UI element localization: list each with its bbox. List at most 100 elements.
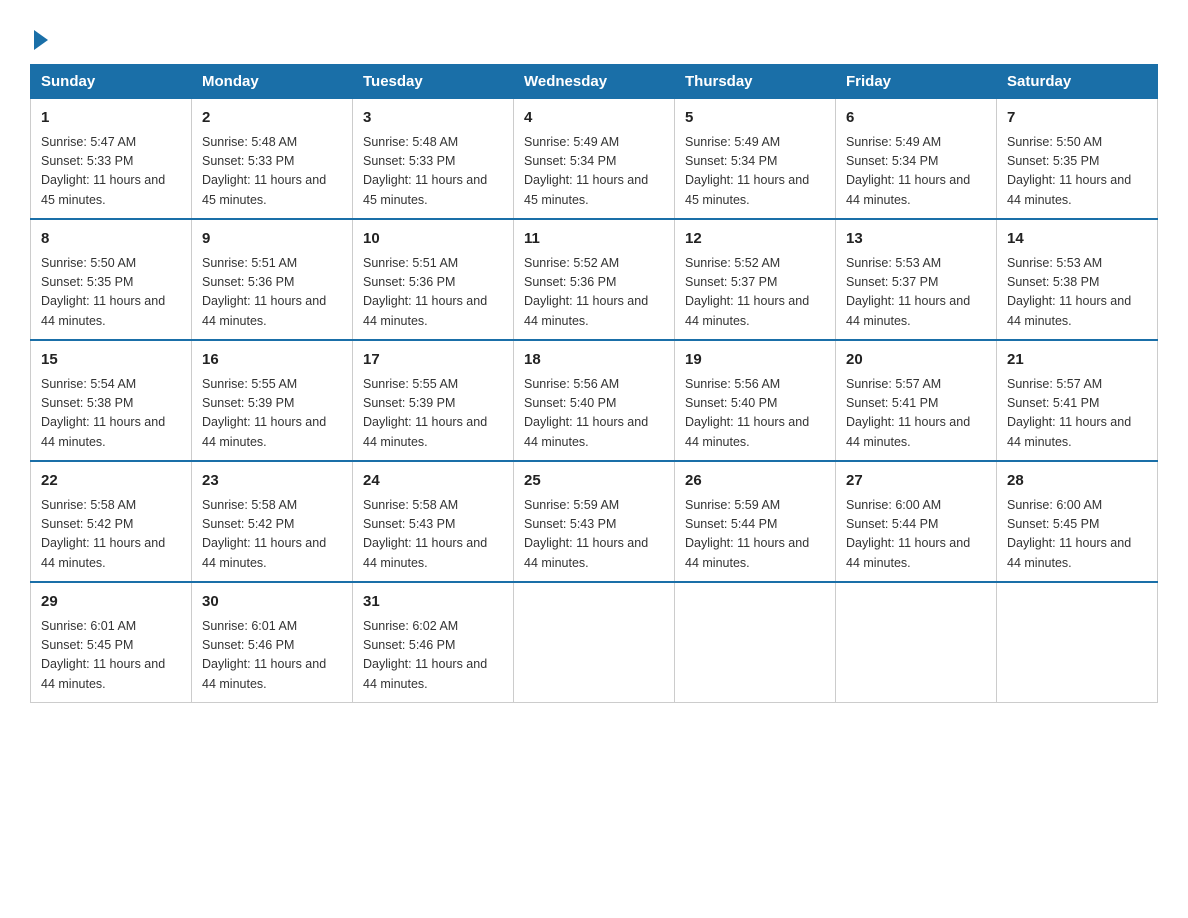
- day-info: Sunrise: 5:58 AMSunset: 5:42 PMDaylight:…: [202, 496, 342, 574]
- day-number: 28: [1007, 470, 1147, 493]
- day-number: 31: [363, 591, 503, 614]
- day-info: Sunrise: 6:01 AMSunset: 5:46 PMDaylight:…: [202, 617, 342, 695]
- calendar-table: SundayMondayTuesdayWednesdayThursdayFrid…: [30, 64, 1158, 703]
- calendar-cell: 18Sunrise: 5:56 AMSunset: 5:40 PMDayligh…: [514, 340, 675, 461]
- calendar-week-row: 15 Sunrise: 5:54 AMSunset: 5:38 PMDayligh…: [31, 340, 1158, 461]
- day-info: Sunrise: 5:50 AMSunset: 5:35 PMDaylight:…: [41, 254, 181, 332]
- calendar-week-row: 22Sunrise: 5:58 AMSunset: 5:42 PMDayligh…: [31, 461, 1158, 582]
- calendar-cell: 24 Sunrise: 5:58 AMSunset: 5:43 PMDayligh…: [353, 461, 514, 582]
- calendar-cell: [514, 582, 675, 703]
- calendar-cell: 1 Sunrise: 5:47 AMSunset: 5:33 PMDaylight…: [31, 99, 192, 220]
- day-number: 8: [41, 228, 181, 251]
- day-info: Sunrise: 5:53 AMSunset: 5:38 PMDaylight:…: [1007, 254, 1147, 332]
- day-info: Sunrise: 5:59 AMSunset: 5:43 PMDaylight:…: [524, 496, 664, 574]
- calendar-cell: 30 Sunrise: 6:01 AMSunset: 5:46 PMDayligh…: [192, 582, 353, 703]
- day-number: 24: [363, 470, 503, 493]
- day-number: 25: [524, 470, 664, 493]
- logo-triangle-icon: [34, 30, 48, 50]
- calendar-header-friday: Friday: [836, 65, 997, 99]
- calendar-header-monday: Monday: [192, 65, 353, 99]
- day-info: Sunrise: 5:49 AMSunset: 5:34 PMDaylight:…: [846, 133, 986, 211]
- calendar-week-row: 8 Sunrise: 5:50 AMSunset: 5:35 PMDaylight…: [31, 219, 1158, 340]
- day-info: Sunrise: 5:51 AMSunset: 5:36 PMDaylight:…: [363, 254, 503, 332]
- calendar-header-tuesday: Tuesday: [353, 65, 514, 99]
- day-info: Sunrise: 5:54 AMSunset: 5:38 PMDaylight:…: [41, 375, 181, 453]
- calendar-cell: 23Sunrise: 5:58 AMSunset: 5:42 PMDayligh…: [192, 461, 353, 582]
- day-number: 12: [685, 228, 825, 251]
- day-info: Sunrise: 5:52 AMSunset: 5:37 PMDaylight:…: [685, 254, 825, 332]
- page-header: [30, 20, 1158, 52]
- day-number: 14: [1007, 228, 1147, 251]
- calendar-cell: 13 Sunrise: 5:53 AMSunset: 5:37 PMDayligh…: [836, 219, 997, 340]
- calendar-cell: 7Sunrise: 5:50 AMSunset: 5:35 PMDaylight…: [997, 99, 1158, 220]
- calendar-week-row: 1 Sunrise: 5:47 AMSunset: 5:33 PMDaylight…: [31, 99, 1158, 220]
- calendar-cell: [836, 582, 997, 703]
- day-info: Sunrise: 5:58 AMSunset: 5:42 PMDaylight:…: [41, 496, 181, 574]
- day-info: Sunrise: 6:01 AMSunset: 5:45 PMDaylight:…: [41, 617, 181, 695]
- day-number: 27: [846, 470, 986, 493]
- day-info: Sunrise: 6:00 AMSunset: 5:44 PMDaylight:…: [846, 496, 986, 574]
- calendar-header-row: SundayMondayTuesdayWednesdayThursdayFrid…: [31, 65, 1158, 99]
- day-number: 11: [524, 228, 664, 251]
- day-info: Sunrise: 5:48 AMSunset: 5:33 PMDaylight:…: [363, 133, 503, 211]
- day-number: 4: [524, 107, 664, 130]
- day-number: 21: [1007, 349, 1147, 372]
- calendar-cell: 25 Sunrise: 5:59 AMSunset: 5:43 PMDayligh…: [514, 461, 675, 582]
- day-info: Sunrise: 5:57 AMSunset: 5:41 PMDaylight:…: [846, 375, 986, 453]
- day-info: Sunrise: 5:51 AMSunset: 5:36 PMDaylight:…: [202, 254, 342, 332]
- day-info: Sunrise: 5:55 AMSunset: 5:39 PMDaylight:…: [202, 375, 342, 453]
- calendar-cell: 6Sunrise: 5:49 AMSunset: 5:34 PMDaylight…: [836, 99, 997, 220]
- calendar-cell: 21 Sunrise: 5:57 AMSunset: 5:41 PMDayligh…: [997, 340, 1158, 461]
- day-number: 3: [363, 107, 503, 130]
- calendar-header-saturday: Saturday: [997, 65, 1158, 99]
- day-number: 26: [685, 470, 825, 493]
- calendar-cell: 3 Sunrise: 5:48 AMSunset: 5:33 PMDaylight…: [353, 99, 514, 220]
- calendar-cell: 12 Sunrise: 5:52 AMSunset: 5:37 PMDayligh…: [675, 219, 836, 340]
- calendar-cell: 4 Sunrise: 5:49 AMSunset: 5:34 PMDaylight…: [514, 99, 675, 220]
- day-number: 30: [202, 591, 342, 614]
- calendar-cell: 5 Sunrise: 5:49 AMSunset: 5:34 PMDaylight…: [675, 99, 836, 220]
- calendar-cell: 14 Sunrise: 5:53 AMSunset: 5:38 PMDayligh…: [997, 219, 1158, 340]
- calendar-week-row: 29 Sunrise: 6:01 AMSunset: 5:45 PMDayligh…: [31, 582, 1158, 703]
- calendar-header-wednesday: Wednesday: [514, 65, 675, 99]
- day-info: Sunrise: 5:56 AMSunset: 5:40 PMDaylight:…: [524, 375, 664, 453]
- day-number: 19: [685, 349, 825, 372]
- calendar-header-thursday: Thursday: [675, 65, 836, 99]
- day-info: Sunrise: 5:53 AMSunset: 5:37 PMDaylight:…: [846, 254, 986, 332]
- calendar-cell: 17Sunrise: 5:55 AMSunset: 5:39 PMDayligh…: [353, 340, 514, 461]
- calendar-cell: 9Sunrise: 5:51 AMSunset: 5:36 PMDaylight…: [192, 219, 353, 340]
- calendar-cell: 11 Sunrise: 5:52 AMSunset: 5:36 PMDayligh…: [514, 219, 675, 340]
- logo-blue-text: [30, 30, 48, 52]
- calendar-cell: 19 Sunrise: 5:56 AMSunset: 5:40 PMDayligh…: [675, 340, 836, 461]
- day-info: Sunrise: 6:02 AMSunset: 5:46 PMDaylight:…: [363, 617, 503, 695]
- day-info: Sunrise: 5:47 AMSunset: 5:33 PMDaylight:…: [41, 133, 181, 211]
- calendar-cell: 27 Sunrise: 6:00 AMSunset: 5:44 PMDayligh…: [836, 461, 997, 582]
- day-number: 5: [685, 107, 825, 130]
- day-info: Sunrise: 5:49 AMSunset: 5:34 PMDaylight:…: [524, 133, 664, 211]
- day-info: Sunrise: 5:58 AMSunset: 5:43 PMDaylight:…: [363, 496, 503, 574]
- day-info: Sunrise: 5:52 AMSunset: 5:36 PMDaylight:…: [524, 254, 664, 332]
- calendar-header-sunday: Sunday: [31, 65, 192, 99]
- day-number: 13: [846, 228, 986, 251]
- calendar-cell: 2Sunrise: 5:48 AMSunset: 5:33 PMDaylight…: [192, 99, 353, 220]
- day-number: 20: [846, 349, 986, 372]
- calendar-cell: 10 Sunrise: 5:51 AMSunset: 5:36 PMDayligh…: [353, 219, 514, 340]
- day-info: Sunrise: 5:49 AMSunset: 5:34 PMDaylight:…: [685, 133, 825, 211]
- day-info: Sunrise: 5:56 AMSunset: 5:40 PMDaylight:…: [685, 375, 825, 453]
- day-info: Sunrise: 5:55 AMSunset: 5:39 PMDaylight:…: [363, 375, 503, 453]
- day-number: 29: [41, 591, 181, 614]
- calendar-cell: [675, 582, 836, 703]
- day-info: Sunrise: 5:59 AMSunset: 5:44 PMDaylight:…: [685, 496, 825, 574]
- day-number: 1: [41, 107, 181, 130]
- day-number: 2: [202, 107, 342, 130]
- calendar-cell: 29 Sunrise: 6:01 AMSunset: 5:45 PMDayligh…: [31, 582, 192, 703]
- day-info: Sunrise: 6:00 AMSunset: 5:45 PMDaylight:…: [1007, 496, 1147, 574]
- day-number: 10: [363, 228, 503, 251]
- day-number: 15: [41, 349, 181, 372]
- day-info: Sunrise: 5:57 AMSunset: 5:41 PMDaylight:…: [1007, 375, 1147, 453]
- calendar-cell: 31 Sunrise: 6:02 AMSunset: 5:46 PMDayligh…: [353, 582, 514, 703]
- day-number: 16: [202, 349, 342, 372]
- calendar-cell: 28 Sunrise: 6:00 AMSunset: 5:45 PMDayligh…: [997, 461, 1158, 582]
- day-info: Sunrise: 5:50 AMSunset: 5:35 PMDaylight:…: [1007, 133, 1147, 211]
- logo: [30, 30, 48, 52]
